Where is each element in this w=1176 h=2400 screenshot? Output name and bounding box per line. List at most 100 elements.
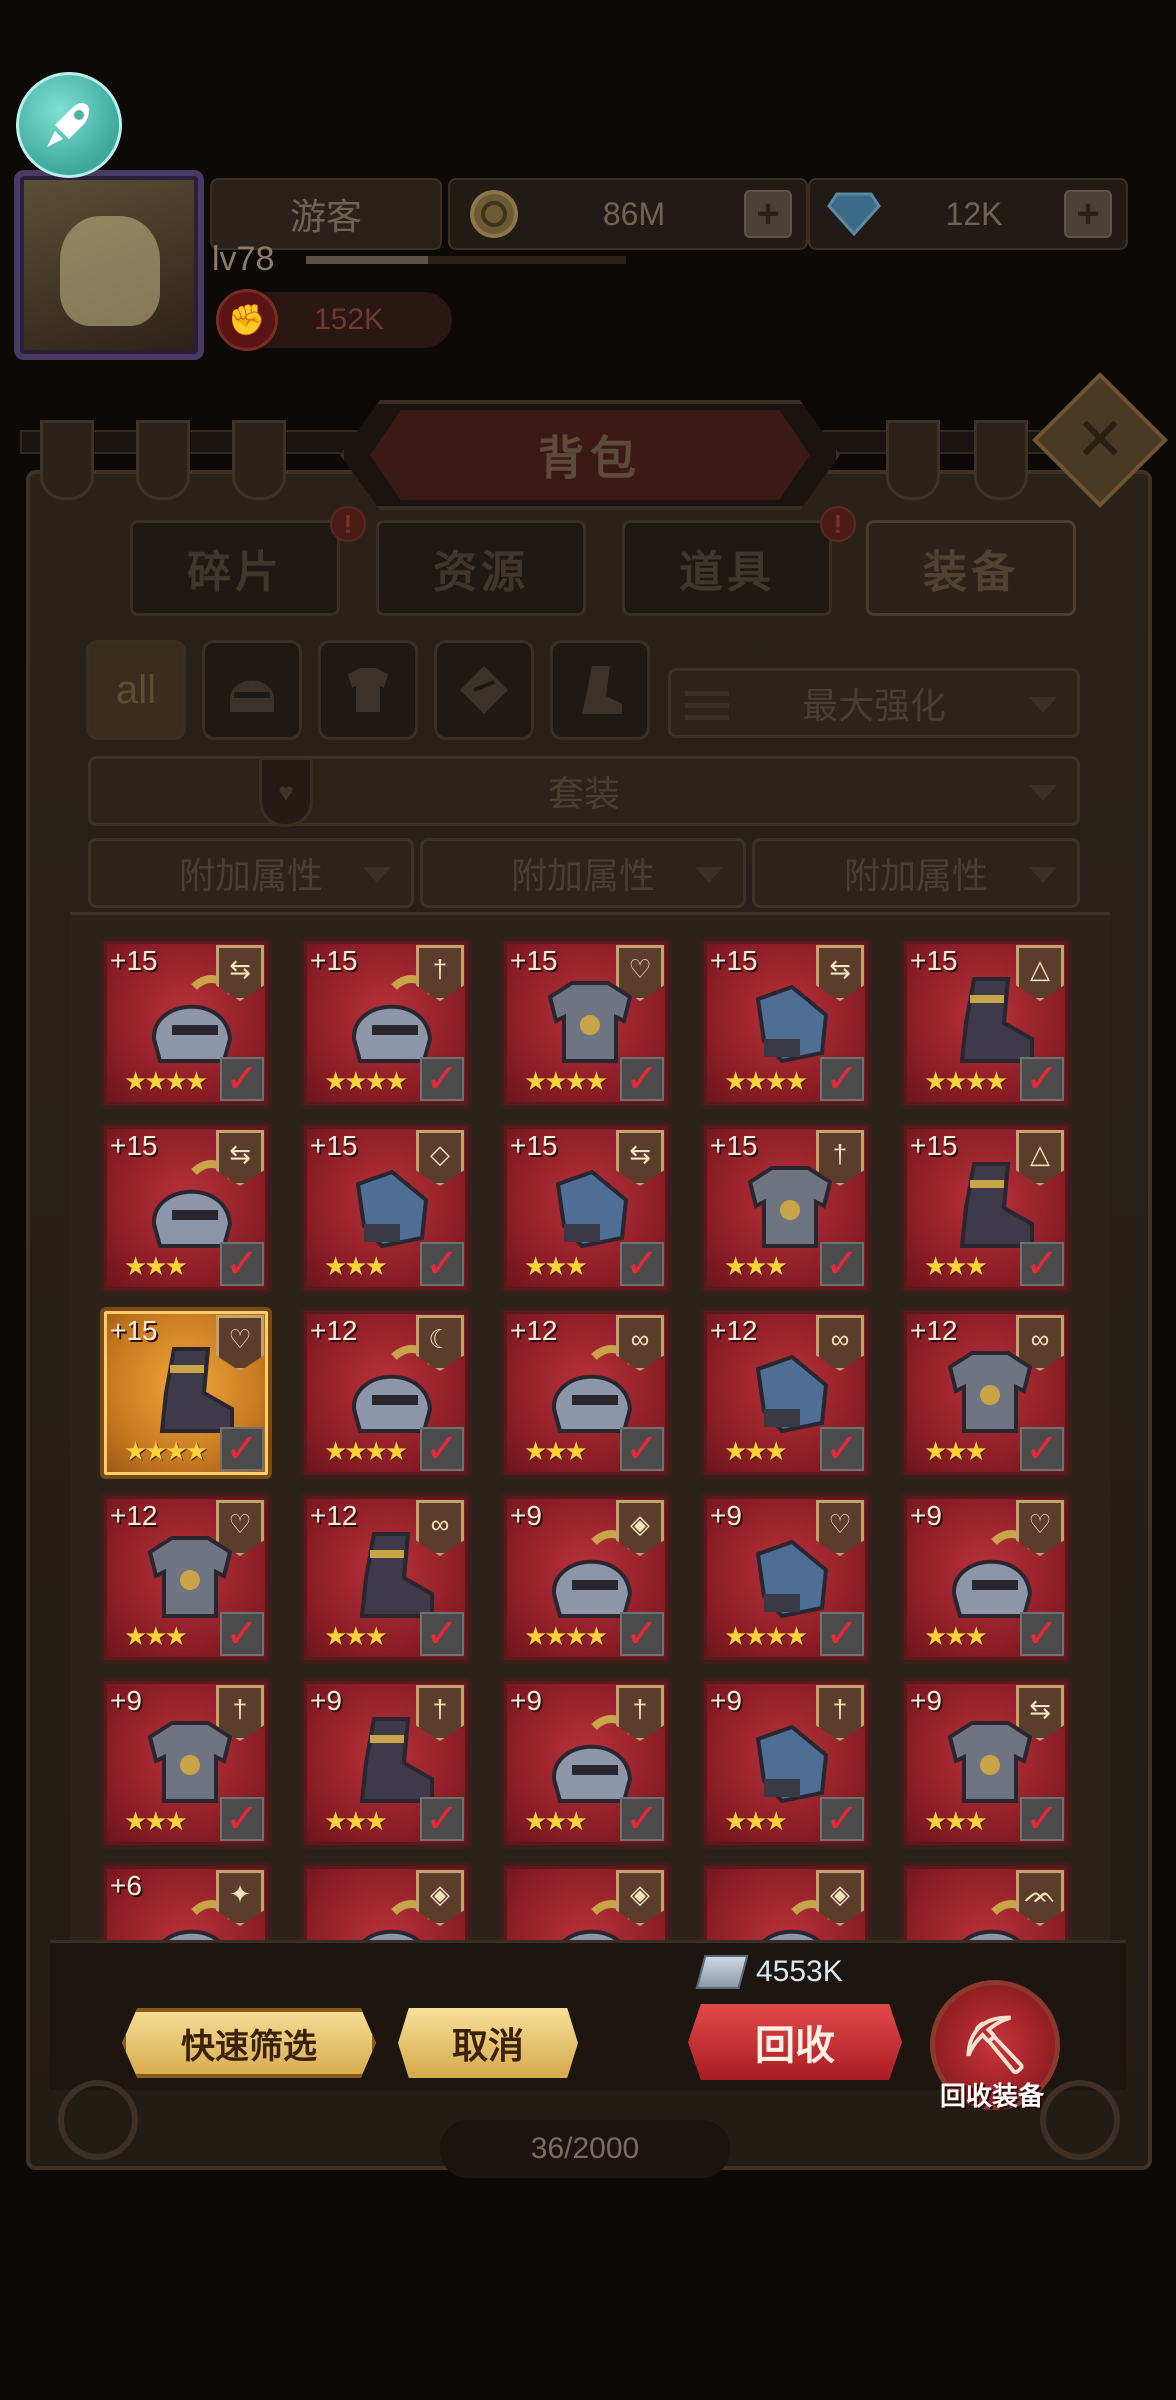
select-checkbox[interactable]: ✓ — [220, 1427, 264, 1471]
equipment-slot[interactable]: +9 ♡ ★★★ ✓ — [900, 1492, 1072, 1664]
sort-lines-icon — [685, 691, 729, 721]
add-gem-button[interactable]: + — [1064, 190, 1112, 238]
filter-all-label: all — [115, 667, 157, 712]
boot-icon — [582, 666, 622, 714]
equipment-slot[interactable]: +15 ⇆ ★★★★ ✓ — [100, 937, 272, 1109]
select-checkbox[interactable]: ✓ — [1020, 1427, 1064, 1471]
attribute-dropdown-3[interactable]: 附加属性 — [752, 838, 1080, 908]
select-checkbox[interactable]: ✓ — [420, 1242, 464, 1286]
equipment-slot[interactable]: +15 △ ★★★★ ✓ — [900, 937, 1072, 1109]
select-checkbox[interactable]: ✓ — [820, 1612, 864, 1656]
quick-filter-label: 快速筛选 — [181, 2027, 317, 2066]
select-checkbox[interactable]: ✓ — [420, 1797, 464, 1841]
equipment-slot[interactable]: +15 △ ★★★ ✓ — [900, 1122, 1072, 1294]
select-checkbox[interactable]: ✓ — [420, 1612, 464, 1656]
attribute-dropdown-1[interactable]: 附加属性 — [88, 838, 414, 908]
tab-resources[interactable]: 资源 — [376, 520, 586, 616]
equipment-slot[interactable]: +15 ◇ ★★★ ✓ — [300, 1122, 472, 1294]
close-icon: ✕ — [1074, 406, 1126, 473]
equipment-slot[interactable]: +9 ◈ ★★★★ ✓ — [500, 1492, 672, 1664]
star-rating: ★★★★ — [924, 1066, 1008, 1096]
cancel-button[interactable]: 取消 — [398, 2008, 578, 2078]
equipment-slot[interactable]: ◈ — [500, 1862, 672, 1942]
enhance-level: +9 — [110, 1685, 142, 1716]
category-tabs: 碎片 ! 资源 道具 ! 装备 — [68, 506, 1108, 620]
select-checkbox[interactable]: ✓ — [820, 1427, 864, 1471]
select-checkbox[interactable]: ✓ — [620, 1427, 664, 1471]
equipment-slot[interactable]: +9 ⇆ ★★★ ✓ — [900, 1677, 1072, 1849]
equipment-slot[interactable]: +15 ♡ ★★★★ ✓ — [500, 937, 672, 1109]
filter-armor-button[interactable] — [318, 640, 418, 740]
select-checkbox[interactable]: ✓ — [620, 1242, 664, 1286]
quick-filter-button[interactable]: 快速筛选 — [122, 2008, 376, 2078]
bag-capacity: 36/2000 — [440, 2120, 730, 2178]
star-rating: ★★★ — [724, 1436, 788, 1466]
equipment-slot[interactable]: +15 ♡ ★★★★ ✓ — [100, 1307, 272, 1479]
select-checkbox[interactable]: ✓ — [420, 1057, 464, 1101]
equipment-slot[interactable]: +12 ∞ ★★★ ✓ — [500, 1307, 672, 1479]
equipment-slot[interactable]: +15 ⇆ ★★★★ ✓ — [700, 937, 872, 1109]
select-checkbox[interactable]: ✓ — [220, 1797, 264, 1841]
select-checkbox[interactable]: ✓ — [1020, 1057, 1064, 1101]
tab-fragments[interactable]: 碎片 — [130, 520, 340, 616]
tab-equipment[interactable]: 装备 — [866, 520, 1076, 616]
rail-tooth — [232, 420, 286, 500]
select-checkbox[interactable]: ✓ — [1020, 1242, 1064, 1286]
equipment-slot[interactable]: +12 ∞ ★★★ ✓ — [900, 1307, 1072, 1479]
attribute-dropdown-2[interactable]: 附加属性 — [420, 838, 746, 908]
filter-boots-button[interactable] — [550, 640, 650, 740]
corner-ornament — [58, 2080, 138, 2160]
star-rating: ★★★ — [124, 1621, 188, 1651]
select-checkbox[interactable]: ✓ — [1020, 1797, 1064, 1841]
equipment-slot[interactable]: +9 † ★★★ ✓ — [300, 1677, 472, 1849]
filter-all-button[interactable]: all — [86, 640, 186, 740]
select-checkbox[interactable]: ✓ — [620, 1797, 664, 1841]
equipment-slot[interactable]: +9 † ★★★ ✓ — [100, 1677, 272, 1849]
select-checkbox[interactable]: ✓ — [420, 1427, 464, 1471]
tab-items[interactable]: 道具 — [622, 520, 832, 616]
recycle-anvil-icon: ⛏ — [959, 2013, 1031, 2076]
equipment-slot[interactable]: ◈ — [300, 1862, 472, 1942]
select-checkbox[interactable]: ✓ — [620, 1057, 664, 1101]
sort-dropdown[interactable]: 最大强化 — [668, 668, 1080, 738]
recycle-button[interactable]: 回收 — [688, 2004, 902, 2080]
select-checkbox[interactable]: ✓ — [220, 1242, 264, 1286]
recycle-resource: 4553K — [695, 1955, 843, 1989]
enhance-level: +12 — [310, 1500, 358, 1531]
recycle-equipment-label: 回收装备 — [940, 2081, 1045, 2111]
set-dropdown[interactable]: ♥ 套装 — [88, 756, 1080, 827]
player-avatar[interactable] — [14, 170, 204, 360]
enhance-level: +12 — [710, 1315, 758, 1346]
equipment-slot[interactable]: +9 † ★★★ ✓ — [500, 1677, 672, 1849]
enhance-level: +12 — [310, 1315, 358, 1346]
select-checkbox[interactable]: ✓ — [220, 1612, 264, 1656]
equipment-slot[interactable]: +15 † ★★★★ ✓ — [300, 937, 472, 1109]
filter-helmet-button[interactable] — [202, 640, 302, 740]
select-checkbox[interactable]: ✓ — [1020, 1612, 1064, 1656]
equipment-slot[interactable]: +12 ♡ ★★★ ✓ — [100, 1492, 272, 1664]
equipment-slot[interactable]: +15 ⇆ ★★★ ✓ — [100, 1122, 272, 1294]
equipment-slot[interactable]: +15 † ★★★ ✓ — [700, 1122, 872, 1294]
armor-icon — [348, 668, 388, 712]
select-checkbox[interactable]: ✓ — [220, 1057, 264, 1101]
star-rating: ★★★ — [924, 1621, 988, 1651]
equipment-slot[interactable]: +6 ✦ — [100, 1862, 272, 1942]
equipment-slot[interactable]: +9 † ★★★ ✓ — [700, 1677, 872, 1849]
enhance-level: +15 — [110, 945, 158, 976]
equipment-slot[interactable]: +12 ∞ ★★★ ✓ — [700, 1307, 872, 1479]
add-gold-button[interactable]: + — [744, 190, 792, 238]
equipment-slot[interactable]: ◈ — [700, 1862, 872, 1942]
select-checkbox[interactable]: ✓ — [820, 1057, 864, 1101]
select-checkbox[interactable]: ✓ — [620, 1612, 664, 1656]
star-rating: ★★★ — [924, 1436, 988, 1466]
equipment-slot[interactable]: +15 ⇆ ★★★ ✓ — [500, 1122, 672, 1294]
equipment-slot[interactable]: ᨏ — [900, 1862, 1072, 1942]
rocket-icon[interactable] — [16, 72, 122, 178]
attribute-dropdown-value: 附加属性 — [178, 855, 323, 896]
equipment-slot[interactable]: +12 ∞ ★★★ ✓ — [300, 1492, 472, 1664]
filter-accessory-button[interactable] — [434, 640, 534, 740]
equipment-slot[interactable]: +12 ☾ ★★★★ ✓ — [300, 1307, 472, 1479]
select-checkbox[interactable]: ✓ — [820, 1242, 864, 1286]
equipment-slot[interactable]: +9 ♡ ★★★★ ✓ — [700, 1492, 872, 1664]
select-checkbox[interactable]: ✓ — [820, 1797, 864, 1841]
